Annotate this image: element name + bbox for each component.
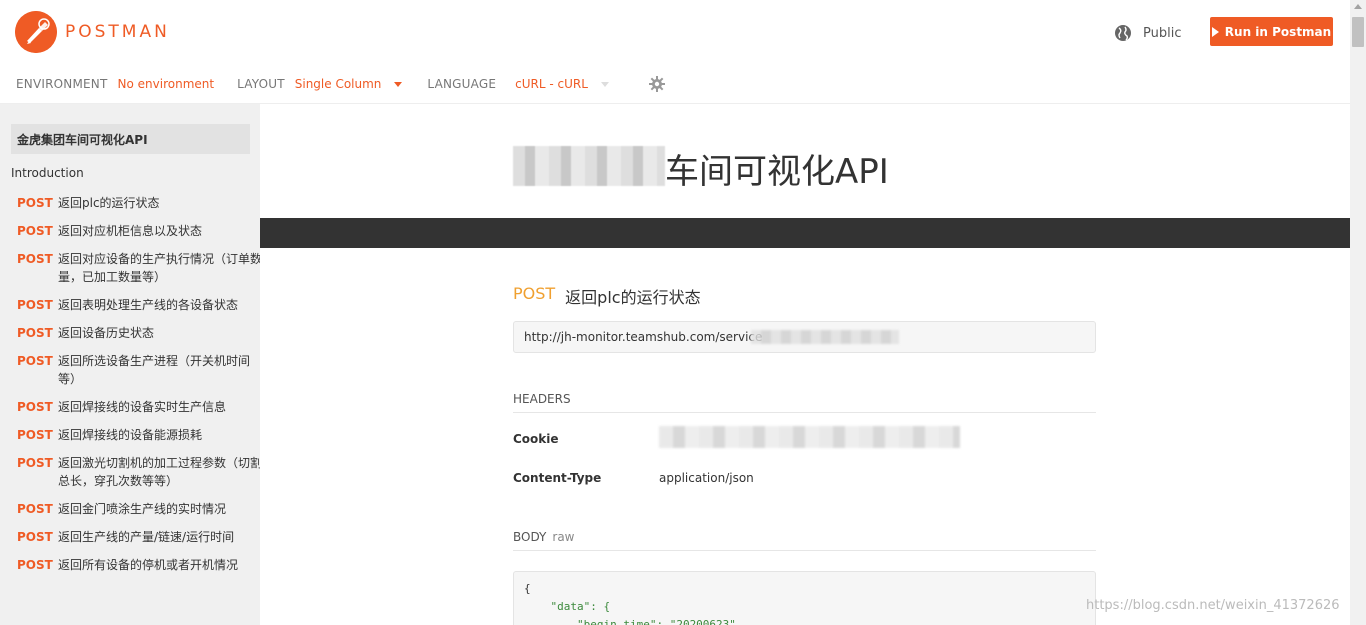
sidebar-endpoint-item[interactable]: POST 返回对应设备的生产执行情况（订单数量，已加工数量等）	[17, 250, 260, 286]
endpoint-method: POST	[17, 558, 53, 572]
language-label: LANGUAGE	[427, 77, 497, 91]
endpoint-name: 返回对应设备的生产执行情况（订单数量，已加工数量等）	[58, 252, 260, 284]
request-body-code[interactable]: { "data": { "begin_time": "20200623",	[513, 571, 1096, 625]
body-mode: raw	[552, 530, 575, 544]
url-redacted	[751, 330, 899, 344]
layout-label: LAYOUT	[237, 77, 285, 91]
request-method: POST	[513, 284, 556, 303]
scrollbar[interactable]	[1350, 0, 1366, 625]
redacted-block	[513, 146, 665, 186]
sidebar-endpoint-item[interactable]: POST 返回生产线的产量/链速/运行时间	[17, 528, 260, 546]
sidebar-endpoint-item[interactable]: POST 返回设备历史状态	[17, 324, 260, 342]
postman-logo-icon	[15, 11, 57, 53]
sidebar-endpoint-item[interactable]: POST 返回焊接线的设备实时生产信息	[17, 398, 260, 416]
sidebar-endpoint-item[interactable]: POST 返回表明处理生产线的各设备状态	[17, 296, 260, 314]
watermark-text: https://blog.csdn.net/weixin_41372626	[1086, 598, 1340, 613]
globe-icon	[1115, 25, 1131, 41]
endpoint-method: POST	[17, 428, 53, 442]
headers-section-title: HEADERS	[513, 392, 1096, 413]
endpoint-list: POST 返回plc的运行状态 POST 返回对应机柜信息以及状态 POST 返回对应设备…	[17, 194, 260, 584]
sidebar: 金虎集团车间可视化API Introduction POST 返回plc的运行状态…	[0, 104, 260, 625]
code-line: {	[524, 582, 531, 595]
endpoint-name: 返回焊接线的设备能源损耗	[58, 428, 203, 442]
header-key: Content-Type	[513, 471, 602, 485]
endpoint-method: POST	[17, 252, 53, 266]
main-content: 车间可视化API POST 返回plc的运行状态 http://jh-monit…	[260, 104, 1350, 625]
play-icon	[1211, 26, 1219, 37]
endpoint-name: 返回生产线的产量/链速/运行时间	[58, 530, 235, 544]
header-value: application/json	[659, 471, 754, 485]
code-line: "data": {	[524, 600, 611, 613]
header-row-content-type: Content-Type application/json	[513, 471, 754, 485]
headers-label: HEADERS	[513, 392, 571, 406]
run-in-postman-button[interactable]: Run in Postman	[1210, 17, 1333, 46]
sidebar-endpoint-item[interactable]: POST 返回焊接线的设备能源损耗	[17, 426, 260, 444]
endpoint-method: POST	[17, 530, 53, 544]
postman-logo[interactable]: POSTMAN	[15, 11, 170, 53]
code-line: "begin_time": "20200623",	[524, 618, 743, 625]
endpoint-name: 返回对应机柜信息以及状态	[58, 224, 203, 238]
endpoint-name: 返回所有设备的停机或者开机情况	[58, 558, 239, 572]
scroll-up-icon[interactable]	[1354, 4, 1362, 9]
scroll-thumb[interactable]	[1352, 17, 1364, 47]
brand-name: POSTMAN	[65, 22, 170, 42]
visibility-label: Public	[1143, 25, 1182, 41]
endpoint-name: 返回焊接线的设备实时生产信息	[58, 400, 227, 414]
endpoint-method: POST	[17, 224, 53, 238]
header-row-cookie: Cookie	[513, 432, 659, 446]
layout-chevron-down-icon[interactable]	[394, 81, 403, 87]
doc-toolbar: ENVIRONMENT No environment LAYOUT Single…	[16, 76, 665, 92]
endpoint-method: POST	[17, 400, 53, 414]
language-selector[interactable]: cURL - cURL	[515, 77, 588, 91]
endpoint-method: POST	[17, 326, 53, 340]
body-section-title: BODY raw	[513, 530, 1096, 551]
body-label: BODY	[513, 530, 547, 544]
sidebar-endpoint-item[interactable]: POST 返回对应机柜信息以及状态	[17, 222, 260, 240]
cookie-redacted	[659, 426, 960, 448]
sidebar-endpoint-item[interactable]: POST 返回所选设备生产进程（开关机时间等）	[17, 352, 260, 388]
layout-selector[interactable]: Single Column	[295, 77, 382, 91]
endpoint-name: 返回plc的运行状态	[58, 196, 160, 210]
request-title: POST 返回plc的运行状态	[513, 284, 701, 308]
sidebar-endpoint-item[interactable]: POST 返回金门喷涂生产线的实时情况	[17, 500, 260, 518]
endpoint-method: POST	[17, 196, 53, 210]
header-key: Cookie	[513, 432, 559, 446]
top-header: POSTMAN Public Run in Postman ENVIRONMEN…	[0, 0, 1350, 104]
language-chevron-down-icon[interactable]	[600, 81, 609, 87]
endpoint-name: 返回设备历史状态	[58, 326, 155, 340]
request-name: 返回plc的运行状态	[565, 288, 701, 307]
sidebar-item-introduction[interactable]: Introduction	[11, 166, 84, 180]
page-title-text: 车间可视化API	[665, 152, 889, 192]
endpoint-name: 返回所选设备生产进程（开关机时间等）	[58, 354, 251, 386]
environment-label: ENVIRONMENT	[16, 77, 108, 91]
endpoint-method: POST	[17, 502, 53, 516]
gear-icon[interactable]	[648, 76, 665, 92]
sidebar-endpoint-item[interactable]: POST 返回激光切割机的加工过程参数（切割总长，穿孔次数等等）	[17, 454, 260, 490]
endpoint-name: 返回表明处理生产线的各设备状态	[58, 298, 239, 312]
visibility-indicator[interactable]: Public	[1114, 24, 1181, 42]
endpoint-name: 返回金门喷涂生产线的实时情况	[58, 502, 227, 516]
run-button-label: Run in Postman	[1224, 24, 1332, 39]
section-divider-bar	[260, 218, 1350, 248]
endpoint-name: 返回激光切割机的加工过程参数（切割总长，穿孔次数等等）	[58, 456, 260, 488]
sidebar-endpoint-item[interactable]: POST 返回plc的运行状态	[17, 194, 260, 212]
endpoint-method: POST	[17, 298, 53, 312]
request-url-text: http://jh-monitor.teamshub.com/service	[524, 330, 763, 344]
environment-selector[interactable]: No environment	[118, 77, 215, 91]
endpoint-method: POST	[17, 354, 53, 368]
endpoint-method: POST	[17, 456, 53, 470]
sidebar-endpoint-item[interactable]: POST 返回所有设备的停机或者开机情况	[17, 556, 260, 574]
request-url[interactable]: http://jh-monitor.teamshub.com/service	[513, 321, 1096, 353]
collection-title[interactable]: 金虎集团车间可视化API	[11, 124, 250, 154]
